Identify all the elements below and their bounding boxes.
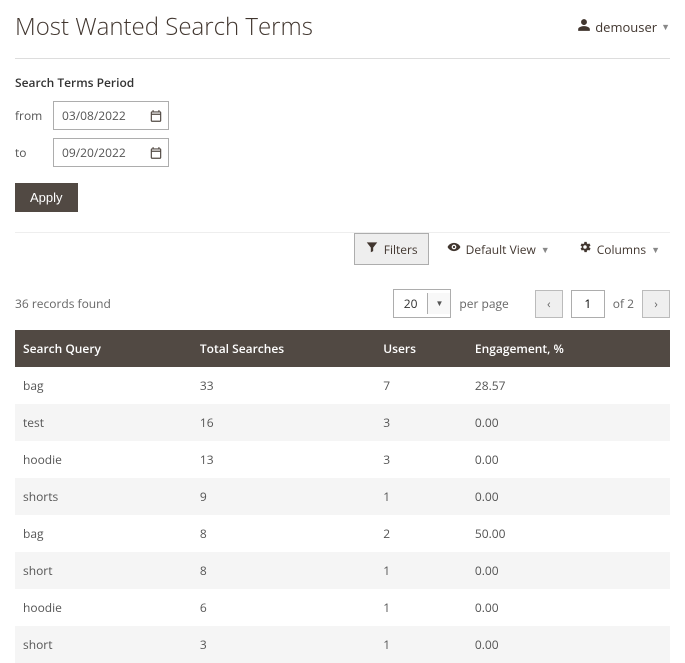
records-found: 36 records found [15,295,111,312]
cell-engagement: 0.00 [467,552,670,589]
funnel-icon [365,240,379,258]
cell-query: short [15,626,192,663]
eye-icon [447,240,461,258]
table-row[interactable]: short310.00 [15,626,670,663]
cell-query: bag [15,515,192,552]
page-header: Most Wanted Search Terms demouser ▼ [15,0,670,58]
total-pages: of 2 [613,295,634,312]
cell-searches: 6 [192,589,375,626]
columns-button[interactable]: Columns ▼ [568,233,670,265]
calendar-icon[interactable] [144,140,168,166]
cell-searches: 13 [192,441,375,478]
cell-searches: 8 [192,515,375,552]
columns-label: Columns [597,241,646,258]
cell-query: short [15,552,192,589]
page-title: Most Wanted Search Terms [15,10,313,43]
table-row[interactable]: bag33728.57 [15,367,670,404]
cell-searches: 9 [192,478,375,515]
date-to-wrap [53,138,169,167]
date-to-row: to [15,138,670,167]
cell-users: 1 [375,589,467,626]
period-section: Search Terms Period from to Apply [15,74,670,212]
table-row[interactable]: test1630.00 [15,404,670,441]
date-to-input[interactable] [54,139,144,166]
col-header-query[interactable]: Search Query [15,330,192,367]
pager: 20 ▼ per page ‹ of 2 › [393,289,670,318]
chevron-right-icon: › [654,295,658,312]
apply-button[interactable]: Apply [15,183,78,212]
results-table: Search Query Total Searches Users Engage… [15,330,670,663]
per-page-select[interactable]: 20 ▼ [393,289,452,318]
cell-searches: 33 [192,367,375,404]
toolbar: Filters Default View ▼ Columns ▼ 36 reco… [15,232,670,330]
cell-searches: 3 [192,626,375,663]
cell-searches: 8 [192,552,375,589]
user-icon [577,18,591,36]
cell-query: shorts [15,478,192,515]
cell-engagement: 28.57 [467,367,670,404]
cell-engagement: 0.00 [467,441,670,478]
to-label: to [15,144,45,161]
filters-label: Filters [384,241,418,258]
from-label: from [15,107,45,124]
divider [15,58,670,59]
table-row[interactable]: hoodie610.00 [15,589,670,626]
caret-down-icon: ▼ [541,243,550,256]
chevron-left-icon: ‹ [547,295,551,312]
default-view-label: Default View [466,241,536,258]
cell-users: 3 [375,441,467,478]
cell-users: 1 [375,626,467,663]
cell-users: 1 [375,478,467,515]
col-header-engagement[interactable]: Engagement, % [467,330,670,367]
toolbar-top: Filters Default View ▼ Columns ▼ [15,233,670,277]
cell-engagement: 0.00 [467,404,670,441]
caret-down-icon: ▼ [427,293,450,314]
cell-query: bag [15,367,192,404]
cell-query: test [15,404,192,441]
date-from-row: from [15,101,670,130]
col-header-searches[interactable]: Total Searches [192,330,375,367]
filters-button[interactable]: Filters [354,233,429,265]
cell-users: 3 [375,404,467,441]
date-from-input[interactable] [54,102,144,129]
date-from-wrap [53,101,169,130]
cell-engagement: 0.00 [467,589,670,626]
cell-engagement: 0.00 [467,626,670,663]
calendar-icon[interactable] [144,103,168,129]
per-page-value: 20 [394,290,428,317]
table-row[interactable]: shorts910.00 [15,478,670,515]
next-page-button[interactable]: › [642,290,670,318]
table-row[interactable]: hoodie1330.00 [15,441,670,478]
table-header-row: Search Query Total Searches Users Engage… [15,330,670,367]
cell-query: hoodie [15,589,192,626]
prev-page-button[interactable]: ‹ [535,290,563,318]
cell-users: 7 [375,367,467,404]
user-name: demouser [595,18,657,36]
caret-down-icon: ▼ [651,243,660,256]
cell-query: hoodie [15,441,192,478]
table-row[interactable]: short810.00 [15,552,670,589]
gear-icon [578,240,592,258]
table-row[interactable]: bag8250.00 [15,515,670,552]
page-input[interactable] [571,290,605,318]
col-header-users[interactable]: Users [375,330,467,367]
cell-users: 1 [375,552,467,589]
user-menu[interactable]: demouser ▼ [577,18,670,36]
cell-engagement: 50.00 [467,515,670,552]
caret-down-icon: ▼ [661,20,670,33]
cell-searches: 16 [192,404,375,441]
cell-users: 2 [375,515,467,552]
default-view-button[interactable]: Default View ▼ [437,233,560,265]
toolbar-bottom: 36 records found 20 ▼ per page ‹ of 2 › [15,277,670,330]
period-label: Search Terms Period [15,74,670,91]
per-page-label: per page [459,295,508,312]
cell-engagement: 0.00 [467,478,670,515]
